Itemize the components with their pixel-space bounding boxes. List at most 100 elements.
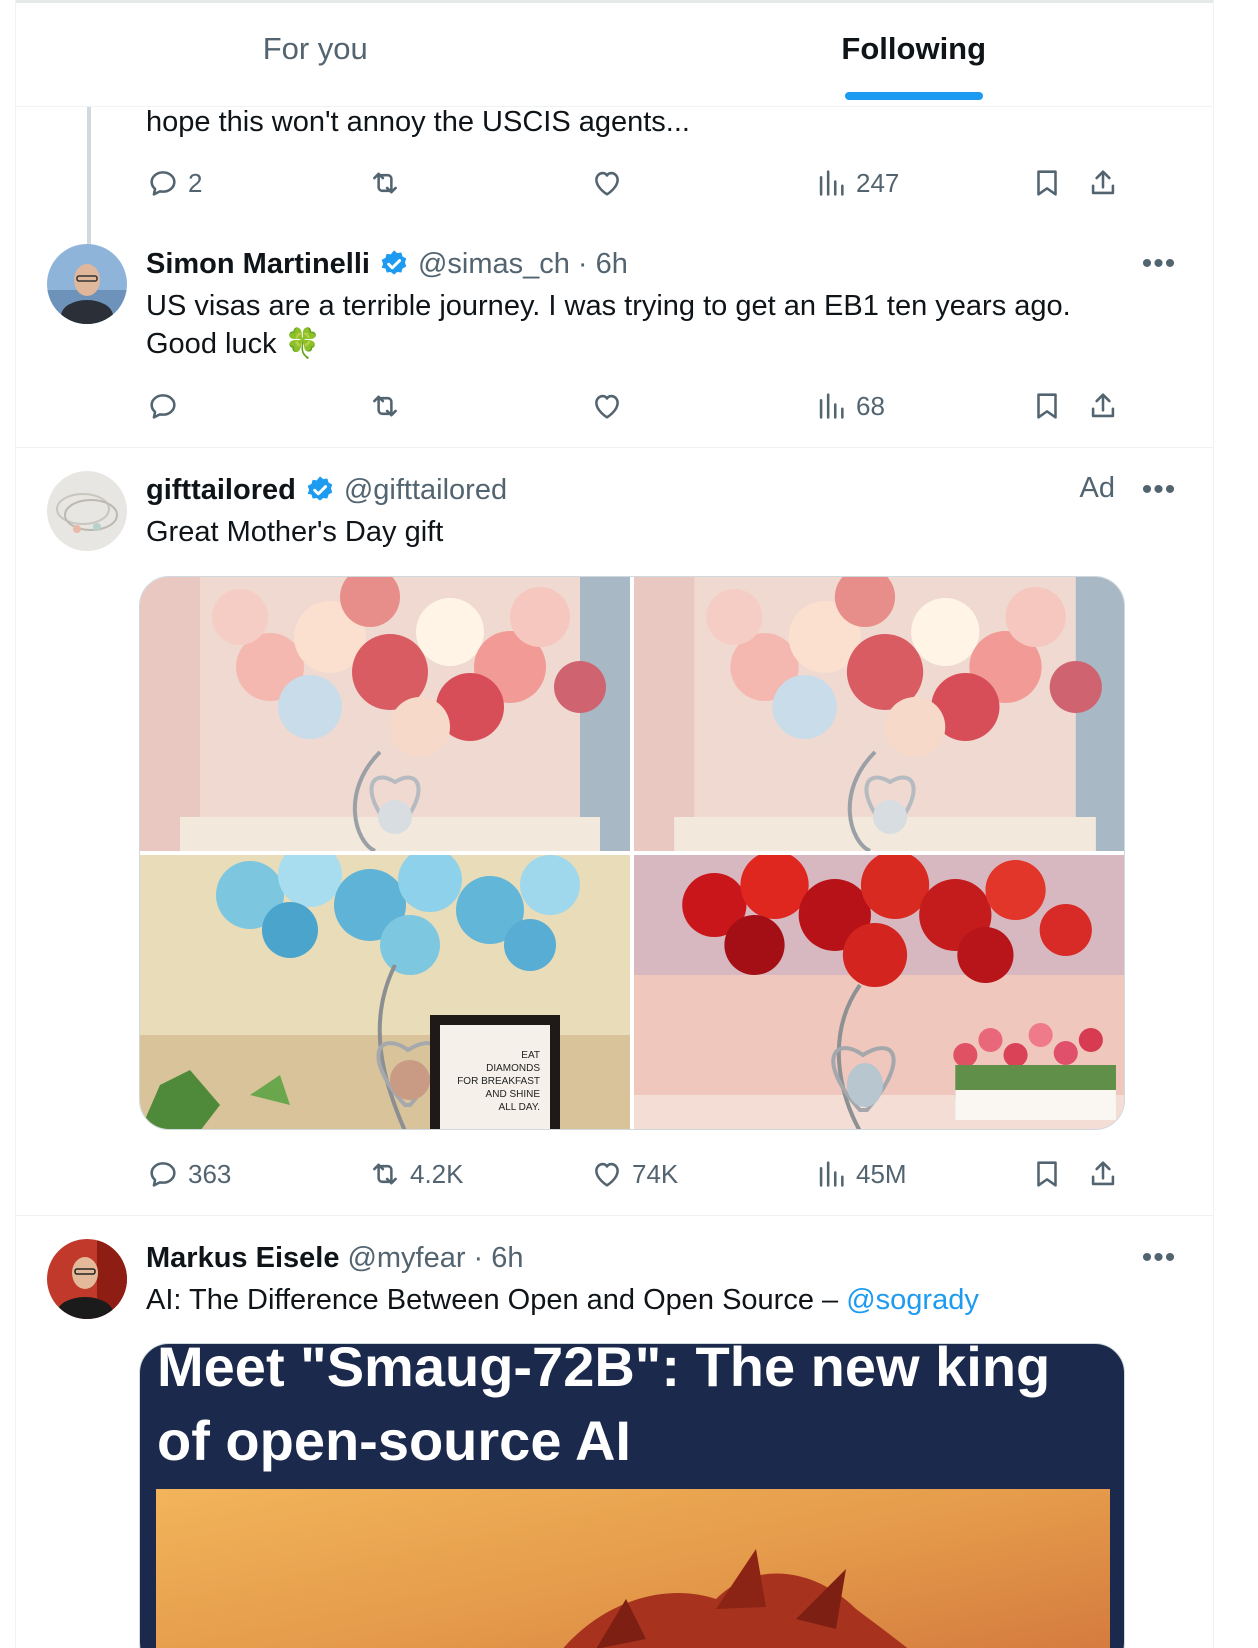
bookmark-button[interactable] bbox=[1030, 161, 1064, 205]
more-icon: ••• bbox=[1141, 1241, 1177, 1274]
more-icon: ••• bbox=[1141, 473, 1177, 506]
views-count: 247 bbox=[856, 167, 900, 198]
card-title: Meet "Smaug-72B": The new king of open-s… bbox=[157, 1344, 1117, 1478]
simon-post-text-line2: Good luck 🍀 bbox=[146, 328, 321, 360]
previous-post-actions: 2 247 bbox=[146, 161, 1196, 205]
like-button[interactable] bbox=[590, 384, 632, 428]
author-handle[interactable]: @simas_ch bbox=[418, 246, 570, 282]
heart-icon bbox=[595, 1162, 619, 1187]
timeline-tabs: For you Following bbox=[16, 3, 1213, 107]
bookmark-button[interactable] bbox=[1030, 384, 1064, 428]
repost-count: 4.2K bbox=[410, 1158, 464, 1189]
views-count: 45M bbox=[856, 1158, 907, 1189]
reply-icon bbox=[150, 171, 176, 196]
repost-button[interactable] bbox=[368, 384, 410, 428]
reply-button[interactable]: 2 bbox=[146, 161, 202, 205]
heart-icon bbox=[595, 394, 619, 419]
bookmark-button[interactable] bbox=[1030, 1152, 1064, 1196]
rose-lamp-image bbox=[634, 577, 1124, 851]
markus-post-text-line: AI: The Difference Between Open and Open… bbox=[146, 1281, 979, 1319]
bookmark-icon bbox=[1037, 1161, 1057, 1187]
verified-badge bbox=[304, 474, 336, 506]
bookmark-icon bbox=[1037, 170, 1057, 196]
avatar-image bbox=[47, 471, 127, 551]
author-handle[interactable]: @myfear bbox=[347, 1240, 465, 1276]
author-name[interactable]: Markus Eisele bbox=[146, 1240, 339, 1276]
sign-line-2: DIAMONDS bbox=[486, 1063, 540, 1074]
post-time[interactable]: · 6h bbox=[474, 1240, 524, 1276]
reply-icon bbox=[150, 1162, 176, 1187]
repost-icon bbox=[373, 1163, 397, 1185]
like-button[interactable]: 74K bbox=[590, 1152, 678, 1196]
more-options-button[interactable]: ••• bbox=[1139, 246, 1179, 282]
link-card[interactable]: Meet "Smaug-72B": The new king of open-s… bbox=[139, 1343, 1125, 1648]
avatar-gifttailored[interactable] bbox=[47, 471, 127, 551]
red-rose-lamp-image bbox=[634, 855, 1124, 1129]
share-icon bbox=[1091, 393, 1115, 418]
more-options-button[interactable]: ••• bbox=[1139, 1240, 1179, 1276]
repost-button[interactable]: 4.2K bbox=[368, 1152, 464, 1196]
media-image-3[interactable]: EAT DIAMONDS FOR BREAKFAST AND SHINE ALL… bbox=[140, 855, 630, 1129]
simon-post-text-line1: US visas are a terrible journey. I was t… bbox=[146, 290, 1071, 322]
share-icon bbox=[1091, 170, 1115, 195]
like-button[interactable] bbox=[590, 161, 632, 205]
post-divider bbox=[16, 447, 1213, 448]
views-icon bbox=[819, 393, 844, 419]
verified-badge-icon bbox=[381, 250, 407, 275]
tab-for-you[interactable]: For you bbox=[16, 3, 615, 106]
previous-post-text: hope this won't annoy the USCIS agents..… bbox=[146, 106, 690, 138]
views-button[interactable]: 247 bbox=[814, 161, 899, 205]
views-icon bbox=[819, 170, 844, 196]
thread-connector-line bbox=[87, 107, 91, 249]
heart-icon bbox=[595, 171, 619, 196]
repost-icon bbox=[373, 172, 397, 194]
ad-media-grid: EAT DIAMONDS FOR BREAKFAST AND SHINE ALL… bbox=[139, 576, 1125, 1130]
media-image-4[interactable] bbox=[634, 855, 1124, 1129]
post-divider bbox=[16, 1215, 1213, 1216]
simon-post-actions: 68 bbox=[146, 384, 1196, 428]
sign-line-1: EAT bbox=[521, 1050, 540, 1061]
markus-post-header: Markus Eisele @myfear · 6h bbox=[146, 1240, 524, 1276]
card-title-line2: of open-source AI bbox=[157, 1409, 631, 1472]
share-button[interactable] bbox=[1086, 161, 1120, 205]
avatar-image bbox=[47, 1239, 127, 1319]
post-time[interactable]: · 6h bbox=[578, 246, 628, 282]
share-button[interactable] bbox=[1086, 384, 1120, 428]
mention-link-sogrady[interactable]: @sogrady bbox=[846, 1284, 979, 1316]
avatar-image bbox=[47, 244, 127, 324]
repost-button[interactable] bbox=[368, 161, 410, 205]
like-count: 74K bbox=[632, 1158, 679, 1189]
media-image-2[interactable] bbox=[634, 577, 1124, 851]
active-tab-indicator bbox=[844, 92, 983, 100]
author-name[interactable]: gifttailored bbox=[146, 472, 296, 508]
bookmark-icon bbox=[1037, 393, 1057, 419]
author-name[interactable]: Simon Martinelli bbox=[146, 246, 370, 282]
reply-button[interactable]: 363 bbox=[146, 1152, 231, 1196]
reply-icon bbox=[150, 394, 176, 419]
author-handle[interactable]: @gifttailored bbox=[344, 472, 507, 508]
reply-count: 2 bbox=[188, 167, 203, 198]
card-dragon-artwork bbox=[156, 1489, 1110, 1648]
rose-lamp-image bbox=[140, 577, 630, 851]
sign-line-4: AND SHINE bbox=[486, 1089, 541, 1100]
views-icon bbox=[819, 1161, 844, 1187]
timeline-column: For you Following hope this won't annoy … bbox=[15, 0, 1214, 1648]
repost-icon bbox=[373, 395, 397, 417]
tab-following-label: Following bbox=[841, 30, 987, 66]
views-button[interactable]: 68 bbox=[814, 384, 885, 428]
avatar-markus-eisele[interactable] bbox=[47, 1239, 127, 1319]
reply-button[interactable] bbox=[146, 384, 188, 428]
share-button[interactable] bbox=[1086, 1152, 1120, 1196]
avatar-simon-martinelli[interactable] bbox=[47, 244, 127, 324]
tab-for-you-label: For you bbox=[262, 30, 368, 66]
more-options-button[interactable]: ••• bbox=[1139, 472, 1179, 508]
blue-rose-lamp-image: EAT DIAMONDS FOR BREAKFAST AND SHINE ALL… bbox=[140, 855, 630, 1129]
ad-label: Ad bbox=[1079, 472, 1115, 504]
media-image-1[interactable] bbox=[140, 577, 630, 851]
reply-count: 363 bbox=[188, 1158, 232, 1189]
tab-following[interactable]: Following bbox=[615, 3, 1214, 106]
markus-post-text: AI: The Difference Between Open and Open… bbox=[146, 1284, 847, 1316]
ad-post-text: Great Mother's Day gift bbox=[146, 516, 444, 548]
views-button[interactable]: 45M bbox=[814, 1152, 907, 1196]
more-icon: ••• bbox=[1141, 247, 1177, 280]
